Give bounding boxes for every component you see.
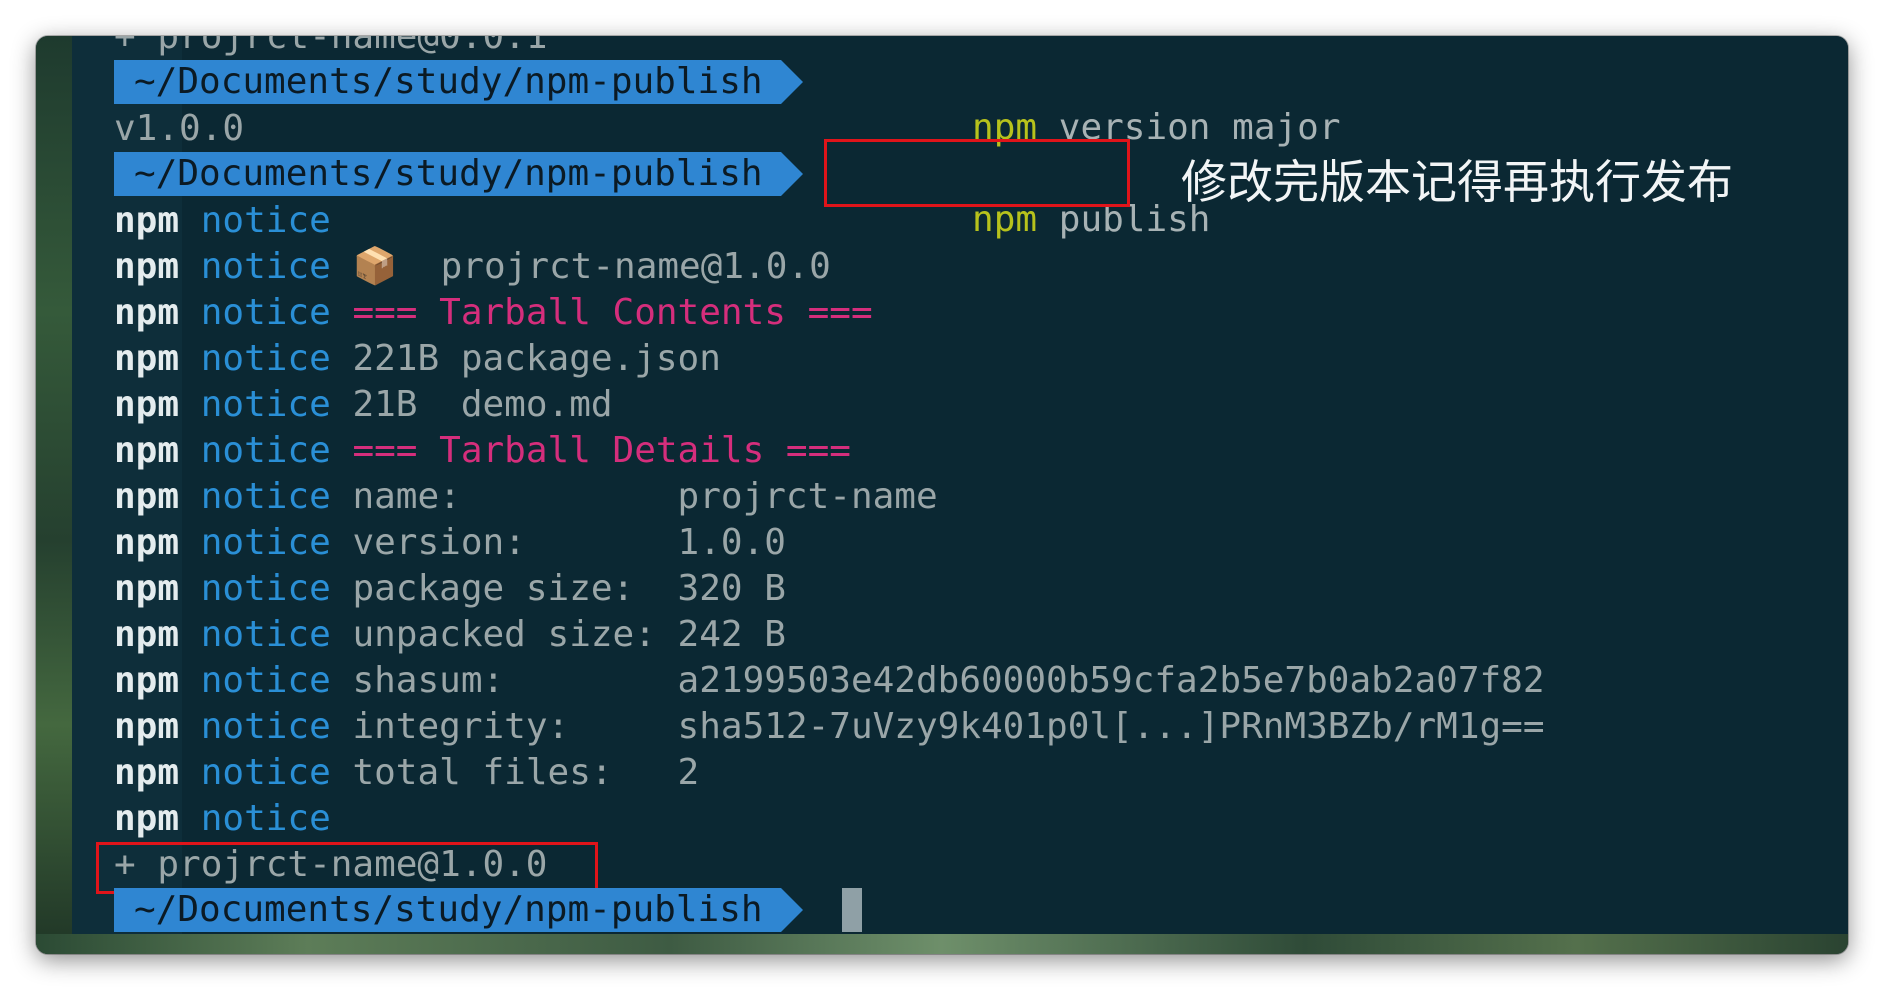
notice-text: 21B demo.md — [352, 384, 613, 425]
npm-notice-line: npm notice integrity: sha512-7uVzy9k401p… — [114, 704, 1545, 750]
notice-text: === Tarball Details === — [352, 430, 851, 471]
notice-label: notice — [200, 246, 331, 287]
notice-text: name: projrct-name — [352, 476, 938, 517]
text-cursor — [842, 888, 862, 932]
version-output: v1.0.0 — [114, 108, 245, 149]
npm-label: npm — [114, 752, 180, 793]
terminal-window: + projrct-name@0.0.1 ~/Documents/study/n… — [36, 36, 1848, 954]
npm-notice-line: npm notice unpacked size: 242 B — [114, 612, 786, 658]
notice-label: notice — [200, 660, 331, 701]
notice-label: notice — [200, 200, 331, 241]
notice-text: version: 1.0.0 — [352, 522, 786, 563]
notice-label: notice — [200, 522, 331, 563]
prompt-path: ~/Documents/study/npm-publish — [114, 888, 803, 932]
notice-text: === Tarball Contents === — [352, 292, 873, 333]
notice-text: shasum: a2199503e42db60000b59cfa2b5e7b0a… — [352, 660, 1545, 701]
prompt-path: ~/Documents/study/npm-publish — [114, 152, 803, 196]
npm-notice-line: npm notice === Tarball Details === — [114, 428, 851, 474]
terminal-content[interactable]: + projrct-name@0.0.1 ~/Documents/study/n… — [72, 36, 1848, 934]
npm-notice-line: npm notice shasum: a2199503e42db60000b59… — [114, 658, 1545, 704]
notice-text: 221B package.json — [352, 338, 721, 379]
npm-notice-line: npm notice — [114, 198, 352, 244]
notice-label: notice — [200, 292, 331, 333]
npm-label: npm — [114, 706, 180, 747]
notice-label: notice — [200, 568, 331, 609]
notice-label: notice — [200, 384, 331, 425]
notice-text: unpacked size: 242 B — [352, 614, 786, 655]
prompt-path: ~/Documents/study/npm-publish — [114, 60, 803, 104]
npm-notice-line: npm notice package size: 320 B — [114, 566, 786, 612]
result-highlight-box — [96, 842, 598, 894]
npm-label: npm — [114, 660, 180, 701]
desktop-wallpaper-strip — [36, 36, 72, 954]
npm-notice-line: npm notice total files: 2 — [114, 750, 699, 796]
npm-notice-line: npm notice 📦 projrct-name@1.0.0 — [114, 244, 831, 290]
npm-notice-line: npm notice — [114, 796, 352, 842]
notice-label: notice — [200, 430, 331, 471]
notice-text: integrity: sha512-7uVzy9k401p0l[...]PRnM… — [352, 706, 1545, 747]
notice-label: notice — [200, 752, 331, 793]
notice-text: 📦 projrct-name@1.0.0 — [352, 246, 831, 287]
annotation-text: 修改完版本记得再执行发布 — [1181, 155, 1733, 209]
publish-highlight-box — [824, 139, 1130, 207]
command-version-major: npm version major — [842, 59, 1340, 148]
npm-label: npm — [114, 338, 180, 379]
desktop-wallpaper-strip-bottom — [36, 934, 1848, 954]
npm-label: npm — [114, 200, 180, 241]
npm-notice-line: npm notice name: projrct-name — [114, 474, 938, 520]
npm-notice-line: npm notice 221B package.json — [114, 336, 721, 382]
npm-label: npm — [114, 798, 180, 839]
npm-label: npm — [114, 614, 180, 655]
npm-notice-line: npm notice version: 1.0.0 — [114, 520, 786, 566]
npm-notice-line: npm notice === Tarball Contents === — [114, 290, 873, 336]
notice-label: notice — [200, 476, 331, 517]
npm-label: npm — [114, 430, 180, 471]
notice-label: notice — [200, 706, 331, 747]
notice-label: notice — [200, 798, 331, 839]
npm-label: npm — [114, 522, 180, 563]
previous-output-line: + projrct-name@0.0.1 — [114, 36, 548, 57]
npm-label: npm — [114, 384, 180, 425]
npm-label: npm — [114, 246, 180, 287]
npm-label: npm — [114, 292, 180, 333]
npm-label: npm — [114, 568, 180, 609]
notice-text: total files: 2 — [352, 752, 700, 793]
notice-label: notice — [200, 338, 331, 379]
notice-text: package size: 320 B — [352, 568, 786, 609]
npm-label: npm — [114, 476, 180, 517]
npm-notice-line: npm notice 21B demo.md — [114, 382, 613, 428]
notice-label: notice — [200, 614, 331, 655]
